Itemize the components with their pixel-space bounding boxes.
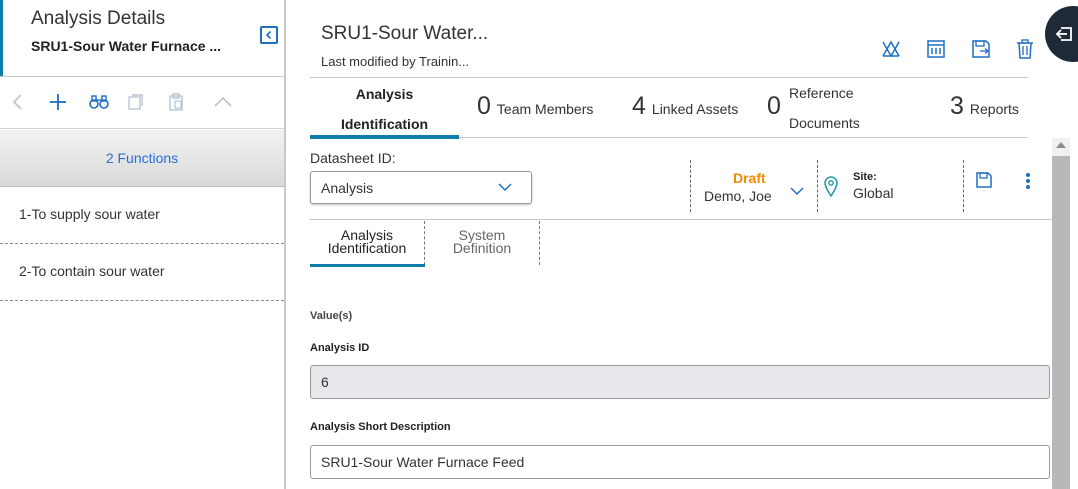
left-panel: Analysis Details SRU1-Sour Water Furnace… [0,0,286,489]
left-panel-title: Analysis Details [31,8,166,29]
chevron-down-icon [498,183,512,192]
scroll-thumb[interactable] [1052,156,1070,489]
team-members-label: Team Members [496,101,594,117]
tab-team-members[interactable]: 0 Team Members [477,92,593,121]
save-icon[interactable] [975,171,993,189]
analysis-id-field[interactable]: 6 [310,365,1050,399]
collapse-up-icon[interactable] [212,91,234,113]
tab-linked-assets[interactable]: 4 Linked Assets [632,92,738,121]
site-value: Global [853,185,894,201]
assistant-toggle-button[interactable] [1045,6,1078,62]
short-description-label: Analysis Short Description [310,421,451,433]
left-accent-bar [0,0,3,77]
subtab-label-line2: Definition [452,240,512,256]
scroll-up-arrow[interactable] [1056,142,1066,148]
subtab-label-line2: Identification [327,240,407,256]
short-description-field[interactable]: SRU1-Sour Water Furnace Feed [310,445,1050,479]
datasheet-select[interactable]: Analysis [310,171,532,204]
reports-count: 3 [950,92,964,120]
analysis-stat-tabs: Analysis Identification 0 Team Members 4… [310,78,1028,139]
reference-documents-label-line1: Reference [789,85,854,101]
reference-documents-label-line2: Documents [789,115,860,131]
location-pin-icon [824,176,838,197]
active-tab-indicator [310,135,459,139]
scrollbar[interactable] [1052,138,1070,489]
datasheet-id-label: Datasheet ID: [310,150,396,166]
left-toolbar [0,77,284,129]
divider [690,160,691,212]
datasheet-divider [310,219,1052,220]
linked-assets-label: Linked Assets [651,101,739,117]
back-icon[interactable] [7,91,29,113]
chevron-left-icon [265,30,272,40]
reports-label: Reports [969,101,1019,117]
network-icon[interactable] [880,38,902,60]
collapse-panel-button[interactable] [260,26,278,44]
values-label: Value(s) [310,310,353,322]
binoculars-icon[interactable] [88,91,110,113]
tab-label-line1: Analysis [355,86,414,102]
add-icon[interactable] [47,91,69,113]
divider [963,160,964,212]
functions-header[interactable]: 2 Functions [0,130,284,187]
site-label: Site: [853,171,877,183]
page-title: SRU1-Sour Water... [321,23,489,44]
tab-analysis-identification[interactable]: Analysis Identification [310,78,459,139]
function-list-item[interactable]: 2-To contain sour water [0,244,284,301]
state-owner: Demo, Joe [704,188,772,204]
chevron-down-icon[interactable] [789,184,805,198]
save-icon[interactable] [970,38,992,60]
paste-icon[interactable] [165,91,187,113]
analysis-id-label: Analysis ID [310,342,370,354]
delete-icon[interactable] [1014,38,1036,60]
tab-reports[interactable]: 3 Reports [950,92,1019,121]
reference-documents-count: 0 [767,92,781,120]
subtab-analysis-identification[interactable]: Analysis Identification [310,221,425,267]
team-members-count: 0 [477,92,491,120]
last-modified-text: Last modified by Trainin... [321,54,470,69]
state-badge: Draft [733,170,766,186]
exit-arrow-icon [1055,27,1072,41]
copy-icon[interactable] [125,91,147,113]
datasheet-selected-value: Analysis [321,180,374,196]
more-vertical-icon[interactable] [1024,171,1032,191]
subtab-system-definition[interactable]: System Definition [425,221,540,265]
divider [817,160,818,212]
tab-label-line2: Identification [340,116,429,132]
left-panel-subtitle: SRU1-Sour Water Furnace ... [31,38,222,54]
linked-assets-count: 4 [632,92,646,120]
function-list-item[interactable]: 1-To supply sour water [0,187,284,244]
report-icon[interactable] [925,38,947,60]
